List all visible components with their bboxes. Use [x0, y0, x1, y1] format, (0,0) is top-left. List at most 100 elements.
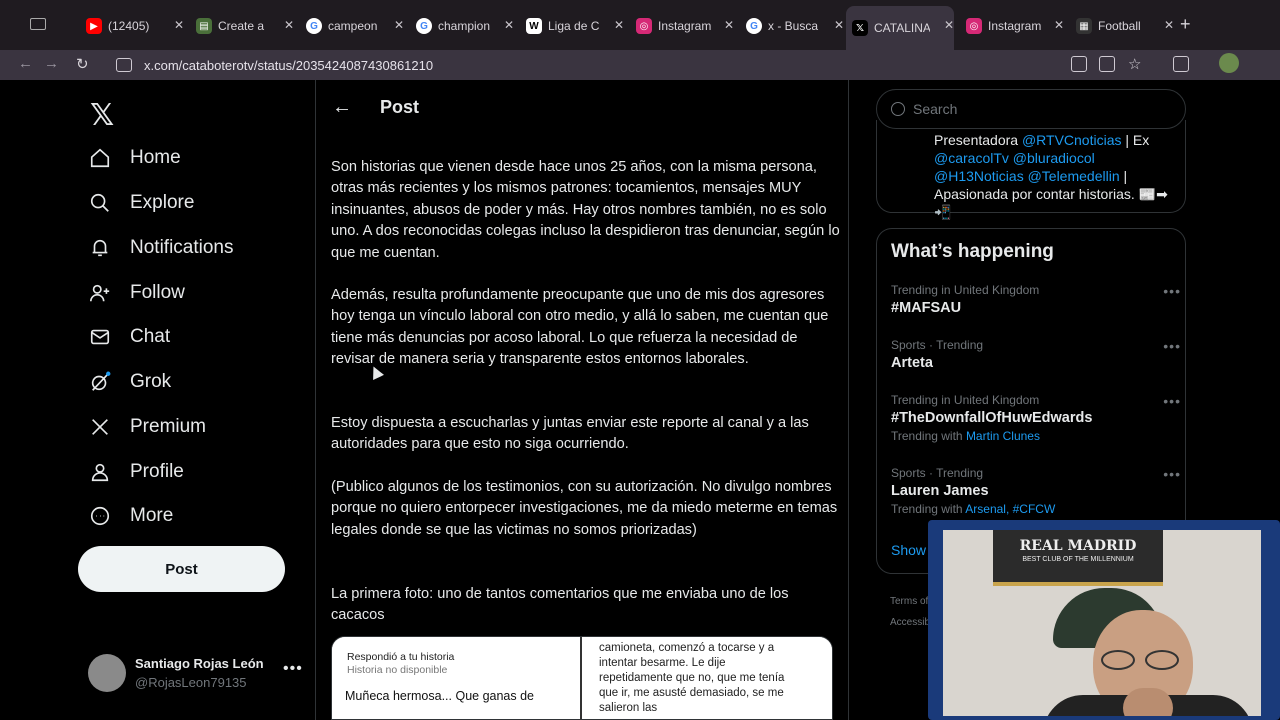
- account-handle: @RojasLeon79135: [135, 675, 247, 690]
- more-options-icon[interactable]: •••: [283, 660, 303, 678]
- grok-icon: [88, 370, 112, 394]
- translate-icon[interactable]: [1071, 56, 1087, 72]
- trend-link[interactable]: Martin Clunes: [966, 429, 1040, 443]
- browser-tab[interactable]: ▶ (12405) ✕: [80, 11, 184, 41]
- account-switcher[interactable]: Santiago Rojas León @RojasLeon79135 •••: [88, 654, 308, 694]
- post-media[interactable]: Respondió a tu historia Historia no disp…: [331, 636, 833, 720]
- profile-bio: Presentadora @RTVCnoticias | Ex @caracol…: [934, 132, 1168, 220]
- add-person-icon: [88, 281, 112, 305]
- nav-chat[interactable]: Chat: [88, 322, 170, 352]
- close-tab-icon[interactable]: ✕: [174, 18, 184, 32]
- media-image-2[interactable]: camioneta, comenzó a tocarse y a intenta…: [584, 637, 832, 719]
- youtube-icon: ▶: [86, 18, 102, 34]
- nav-profile[interactable]: Profile: [88, 457, 184, 487]
- install-icon[interactable]: [1099, 56, 1115, 72]
- trend-item[interactable]: Sports · Trending Arteta •••: [891, 338, 1181, 371]
- browser-tab[interactable]: ◎ Instagram ✕: [630, 11, 734, 41]
- trend-item[interactable]: Trending in United Kingdom #TheDownfallO…: [891, 393, 1181, 443]
- trend-link[interactable]: Arsenal, #CFCW: [965, 502, 1055, 516]
- webcam-video: REAL MADRID BEST CLUB OF THE MILLENNIUM: [943, 530, 1261, 716]
- address-bar[interactable]: x.com/cataboterotv/status/20354240874308…: [106, 52, 1146, 78]
- browser-tab-bar: ▶ (12405) ✕ ▤ Create a ✕ G campeon ✕ G c…: [0, 0, 1280, 50]
- bookmark-star-icon[interactable]: ☆: [1128, 55, 1141, 73]
- person: [1043, 570, 1253, 716]
- avatar: [88, 654, 126, 692]
- post-paragraph: Son historias que vienen desde hace unos…: [331, 159, 840, 261]
- close-tab-icon[interactable]: ✕: [284, 18, 294, 32]
- main-header: ← Post: [316, 80, 848, 132]
- close-tab-icon[interactable]: ✕: [394, 18, 404, 32]
- browser-tab[interactable]: G x - Busca ✕: [740, 11, 844, 41]
- media-text: camioneta, comenzó a tocarse y a intenta…: [599, 642, 785, 714]
- close-tab-icon[interactable]: ✕: [834, 18, 844, 32]
- instagram-icon: ◎: [966, 18, 982, 34]
- mention-link[interactable]: @caracolTv: [934, 150, 1009, 166]
- search-icon: [88, 191, 112, 215]
- webcam-overlay: REAL MADRID BEST CLUB OF THE MILLENNIUM: [928, 520, 1280, 720]
- nav-explore[interactable]: Explore: [88, 188, 194, 218]
- post-paragraph: Además, resulta profundamente preocupant…: [331, 287, 829, 368]
- close-tab-icon[interactable]: ✕: [944, 18, 954, 32]
- home-icon: [88, 146, 112, 170]
- mention-link[interactable]: @H13Noticias: [934, 168, 1024, 184]
- browser-tab[interactable]: ◎ Instagram ✕: [960, 11, 1064, 41]
- site-info-icon[interactable]: [116, 58, 132, 72]
- forward-nav-icon[interactable]: →: [44, 55, 59, 72]
- browser-tab[interactable]: ▤ Create a ✕: [190, 11, 294, 41]
- footer-link[interactable]: Accessibi: [890, 617, 932, 628]
- account-name: Santiago Rojas León: [135, 656, 264, 671]
- main-column: ← Post Son historias que vienen desde ha…: [316, 80, 849, 720]
- close-tab-icon[interactable]: ✕: [504, 18, 514, 32]
- bell-icon: [88, 236, 112, 260]
- media-text: Muñeca hermosa... Que ganas de: [345, 689, 535, 703]
- close-tab-icon[interactable]: ✕: [1054, 18, 1064, 32]
- browser-tab[interactable]: W Liga de C ✕: [520, 11, 624, 41]
- close-tab-icon[interactable]: ✕: [1164, 18, 1174, 32]
- nav-more[interactable]: More: [88, 501, 173, 531]
- browser-tab[interactable]: ▦ Football ✕: [1070, 11, 1174, 41]
- browser-tab-active[interactable]: 𝕏 CATALINA ✕: [846, 6, 954, 50]
- browser-tab[interactable]: G campeon ✕: [300, 11, 404, 41]
- more-options-icon[interactable]: •••: [1163, 393, 1181, 409]
- nav-notifications[interactable]: Notifications: [88, 233, 234, 263]
- mention-link[interactable]: @RTVCnoticias: [1022, 132, 1122, 148]
- close-tab-icon[interactable]: ✕: [724, 18, 734, 32]
- trend-item[interactable]: Trending in United Kingdom #MAFSAU •••: [891, 283, 1181, 316]
- search-icon: [891, 102, 905, 116]
- media-image-1[interactable]: Respondió a tu historia Historia no disp…: [332, 637, 582, 719]
- sidebar-toggle-icon[interactable]: [30, 18, 46, 30]
- person-icon: [88, 460, 112, 484]
- google-icon: G: [306, 18, 322, 34]
- more-options-icon[interactable]: •••: [1163, 466, 1181, 482]
- media-text: Respondió a tu historia: [347, 651, 455, 663]
- screen: ▶ (12405) ✕ ▤ Create a ✕ G campeon ✕ G c…: [0, 0, 1280, 720]
- nav-follow[interactable]: Follow: [88, 278, 185, 308]
- back-nav-icon[interactable]: ←: [18, 55, 33, 72]
- reload-icon[interactable]: ↻: [76, 55, 89, 73]
- close-tab-icon[interactable]: ✕: [614, 18, 624, 32]
- more-options-icon[interactable]: •••: [1163, 283, 1181, 299]
- x-logo-icon[interactable]: 𝕏: [90, 98, 114, 133]
- instagram-icon: ◎: [636, 18, 652, 34]
- post-button[interactable]: Post: [78, 546, 285, 592]
- panel-title: What’s happening: [891, 241, 1054, 262]
- x-premium-icon: [88, 415, 112, 439]
- trend-item[interactable]: Sports · Trending Lauren James Trending …: [891, 466, 1181, 516]
- post-paragraph: La primera foto: uno de tantos comentari…: [331, 586, 789, 624]
- google-icon: G: [746, 18, 762, 34]
- mention-link[interactable]: @Telemedellin: [1028, 168, 1120, 184]
- mention-link[interactable]: @bluradiocol: [1013, 150, 1095, 166]
- browser-tab[interactable]: G champion ✕: [410, 11, 514, 41]
- left-navigation: 𝕏 Home Explore Notifications Follow Chat…: [0, 80, 316, 720]
- url-text: x.com/cataboterotv/status/20354240874308…: [144, 57, 434, 73]
- profile-bio-card: Presentadora @RTVCnoticias | Ex @caracol…: [876, 120, 1186, 220]
- more-options-icon[interactable]: •••: [1163, 338, 1181, 354]
- more-circle-icon: [88, 504, 112, 528]
- extensions-icon[interactable]: [1173, 56, 1189, 72]
- nav-premium[interactable]: Premium: [88, 412, 206, 442]
- nav-home[interactable]: Home: [88, 143, 181, 173]
- new-tab-icon[interactable]: +: [1180, 14, 1191, 35]
- back-arrow-icon[interactable]: ←: [332, 96, 352, 119]
- nav-grok[interactable]: Grok: [88, 367, 171, 397]
- profile-avatar-icon[interactable]: [1219, 53, 1239, 73]
